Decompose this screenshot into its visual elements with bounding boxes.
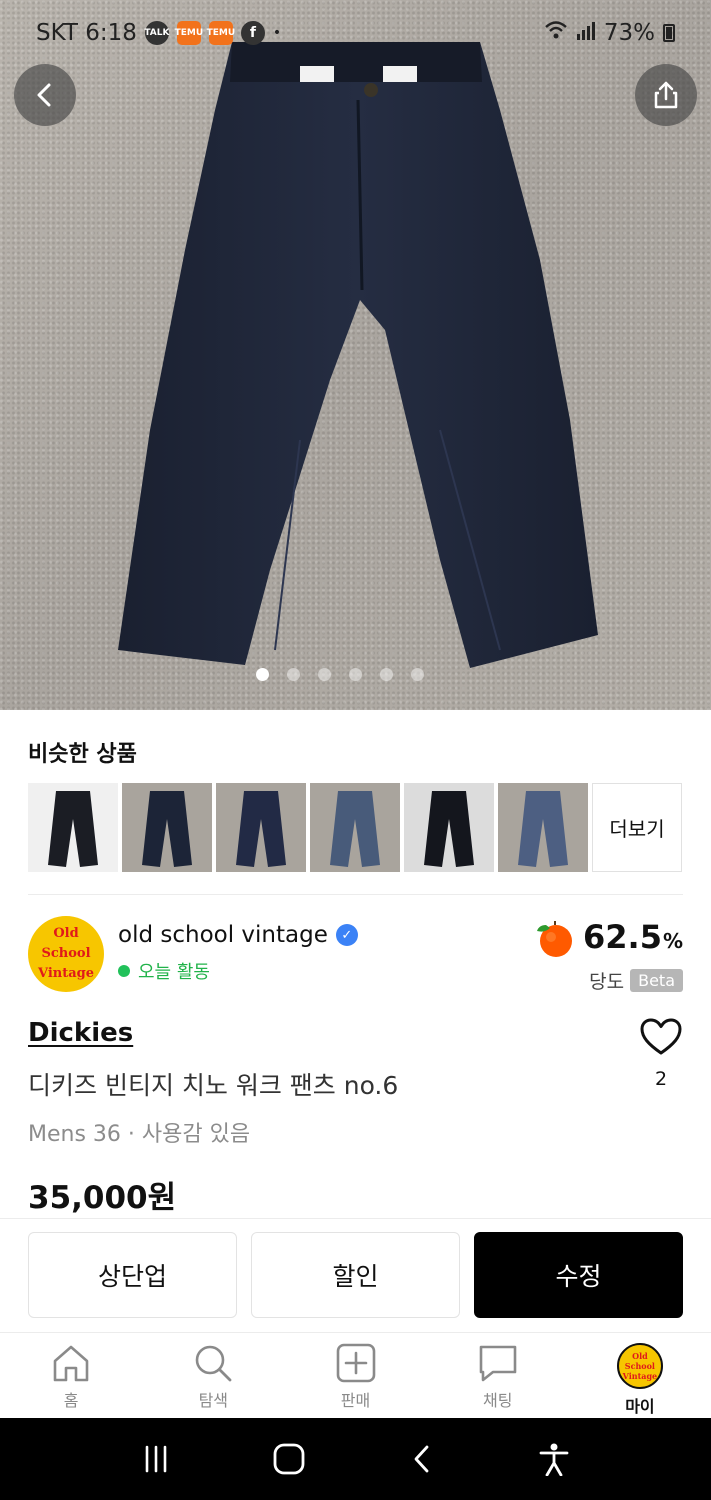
accessibility-icon[interactable]	[538, 1442, 570, 1476]
nav-chat[interactable]: 채팅	[427, 1333, 569, 1418]
sweetness-value: 62.5	[583, 918, 662, 956]
recent-apps-icon[interactable]	[141, 1444, 171, 1474]
peach-icon	[537, 921, 572, 957]
bottom-nav: 홈 탐색 판매 채팅 Old School Vintage 마이	[0, 1332, 711, 1418]
carousel-dot	[287, 668, 300, 681]
action-bar: 상단업 할인 수정	[28, 1232, 683, 1318]
pants-thumb-image	[498, 783, 588, 872]
product-meta: Mens 36 · 사용감 있음	[28, 1122, 251, 1147]
more-notifications-icon: •	[272, 25, 282, 41]
sweetness-label: 당도	[589, 971, 625, 993]
pants-thumb-image	[404, 783, 494, 872]
pants-photo	[118, 42, 598, 668]
beta-badge: Beta	[630, 969, 683, 992]
status-bar: SKT 6:18 TALK TEMU TEMU f • 73%	[0, 0, 711, 66]
back-button[interactable]	[14, 64, 76, 126]
avatar-logo-text: School	[41, 946, 91, 961]
divider	[0, 1218, 711, 1219]
like-button[interactable]: 2	[639, 1018, 683, 1090]
carousel-indicator	[256, 668, 424, 681]
home-icon	[53, 1345, 89, 1382]
like-count: 2	[654, 1068, 668, 1090]
avatar-logo-text: Vintage	[37, 966, 95, 981]
nav-home[interactable]: 홈	[0, 1333, 142, 1418]
clock: SKT 6:18	[36, 20, 137, 46]
carousel-dot	[318, 668, 331, 681]
heart-icon	[640, 1018, 682, 1055]
bump-button[interactable]: 상단업	[28, 1232, 237, 1318]
more-similar-button[interactable]: 더보기	[592, 783, 682, 872]
product-photo[interactable]: SKT 6:18 TALK TEMU TEMU f • 73%	[0, 0, 711, 710]
chat-bubble-icon	[479, 1345, 517, 1382]
profile-avatar: Old School Vintage	[616, 1343, 663, 1389]
discount-button[interactable]: 할인	[251, 1232, 460, 1318]
pants-thumb-image	[28, 783, 118, 872]
carousel-dot	[256, 668, 269, 681]
similar-products-list: 더보기	[28, 783, 682, 872]
divider	[28, 894, 683, 895]
verified-icon: ✓	[335, 924, 358, 946]
seller-avatar[interactable]: Old School Vintage	[28, 916, 104, 992]
product-title: 디키즈 빈티지 치노 워크 팬츠 no.6	[28, 1071, 399, 1100]
home-button-icon[interactable]	[272, 1442, 306, 1476]
share-button[interactable]	[635, 64, 697, 126]
signal-icon	[576, 20, 596, 46]
nav-my[interactable]: Old School Vintage 마이	[569, 1333, 711, 1418]
similar-product-thumb[interactable]	[122, 783, 212, 872]
nav-search[interactable]: 탐색	[142, 1333, 284, 1418]
brand-link[interactable]: Dickies	[28, 1018, 133, 1048]
battery-level: 73%	[603, 20, 655, 46]
battery-icon	[663, 24, 675, 42]
search-icon	[195, 1345, 232, 1382]
carousel-dot	[411, 668, 424, 681]
seller-name-row[interactable]: old school vintage ✓	[118, 922, 358, 948]
nav-my-label: 마이	[625, 1397, 655, 1416]
similar-product-thumb[interactable]	[310, 783, 400, 872]
similar-product-thumb[interactable]	[28, 783, 118, 872]
share-icon	[654, 81, 678, 109]
carousel-dot	[380, 668, 393, 681]
carousel-dot	[349, 668, 362, 681]
nav-search-label: 탐색	[198, 1391, 229, 1410]
nav-home-label: 홈	[63, 1391, 79, 1410]
sweetness-score[interactable]: 62.5% 당도 Beta	[533, 915, 683, 994]
edit-button[interactable]: 수정	[474, 1232, 683, 1318]
avatar-logo-text: Old School Vintage	[622, 1351, 658, 1381]
kakaotalk-icon: TALK	[144, 21, 169, 45]
nav-chat-label: 채팅	[482, 1391, 513, 1410]
pants-thumb-image	[216, 783, 306, 872]
sweetness-unit: %	[662, 929, 683, 953]
temu-icon: TEMU	[175, 21, 203, 45]
similar-products-title: 비슷한 상품	[28, 742, 137, 767]
similar-product-thumb[interactable]	[216, 783, 306, 872]
wifi-icon	[544, 20, 568, 46]
online-dot-icon	[118, 965, 130, 977]
nav-sell[interactable]: 판매	[284, 1333, 426, 1418]
similar-product-thumb[interactable]	[404, 783, 494, 872]
system-back-icon[interactable]	[407, 1444, 437, 1474]
nav-sell-label: 판매	[340, 1391, 371, 1410]
product-price: 35,000원	[28, 1180, 177, 1216]
similar-product-thumb[interactable]	[498, 783, 588, 872]
add-square-icon	[336, 1343, 375, 1383]
system-nav-bar	[0, 1418, 711, 1500]
pants-thumb-image	[122, 783, 212, 872]
seller-name: old school vintage	[118, 922, 328, 948]
facebook-icon: f	[240, 21, 265, 45]
pants-thumb-image	[310, 783, 400, 872]
seller-activity: 오늘 활동	[118, 958, 210, 984]
avatar-logo-text: Old	[53, 926, 79, 941]
chevron-left-icon	[37, 83, 51, 107]
temu-icon-2: TEMU	[207, 21, 235, 45]
activity-label: 오늘 활동	[138, 962, 210, 983]
